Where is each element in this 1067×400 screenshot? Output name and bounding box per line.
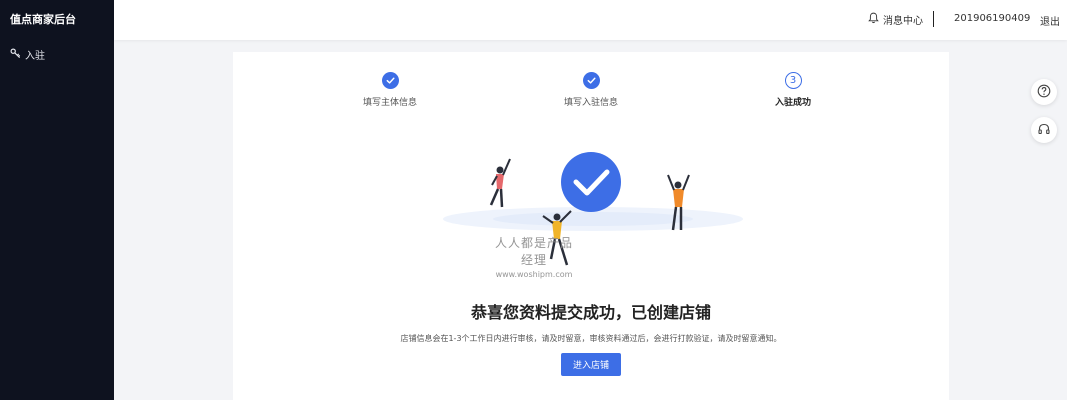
success-title: 恭喜您资料提交成功，已创建店铺 bbox=[470, 303, 711, 322]
message-center-link[interactable]: 消息中心 bbox=[868, 12, 923, 27]
step-label: 入驻成功 bbox=[774, 98, 811, 108]
step-number: 3 bbox=[784, 72, 802, 89]
step-2: 填写入驻信息 bbox=[531, 72, 651, 108]
brand-title: 值点商家后台 bbox=[10, 13, 76, 26]
user-id: 201906190409 bbox=[954, 13, 1031, 24]
check-icon bbox=[381, 72, 399, 89]
message-center-label: 消息中心 bbox=[883, 16, 923, 27]
step-3: 3 入驻成功 bbox=[733, 72, 853, 108]
enter-store-button[interactable]: 进入店铺 bbox=[561, 353, 621, 376]
bell-icon bbox=[868, 12, 879, 27]
help-circle-icon bbox=[1037, 83, 1051, 102]
headset-icon bbox=[1037, 121, 1051, 140]
main-card: 填写主体信息 填写入驻信息 3 入驻成功 人人都是产品经理 www.woship… bbox=[233, 52, 949, 400]
logout-link[interactable]: 退出 bbox=[1040, 13, 1060, 28]
help-button[interactable] bbox=[1031, 79, 1057, 105]
header-divider bbox=[933, 11, 934, 27]
person-left-figure bbox=[489, 158, 511, 208]
sidebar-item-enter[interactable]: 入驻 bbox=[10, 47, 45, 62]
step-1: 填写主体信息 bbox=[330, 72, 450, 108]
key-icon bbox=[10, 48, 21, 62]
sidebar: 值点商家后台 入驻 bbox=[0, 0, 114, 400]
check-icon bbox=[582, 72, 600, 89]
step-label: 填写入驻信息 bbox=[563, 98, 618, 108]
top-header: 消息中心 201906190409 退出 bbox=[114, 0, 1067, 40]
step-label: 填写主体信息 bbox=[362, 98, 417, 108]
customer-service-button[interactable] bbox=[1031, 117, 1057, 143]
success-illustration bbox=[443, 152, 743, 266]
success-description: 店铺信息会在1-3个工作日内进行审核，请及时留意，审核资料通过后，会进行打款验证… bbox=[400, 334, 782, 343]
sidebar-item-label: 入驻 bbox=[25, 51, 45, 62]
